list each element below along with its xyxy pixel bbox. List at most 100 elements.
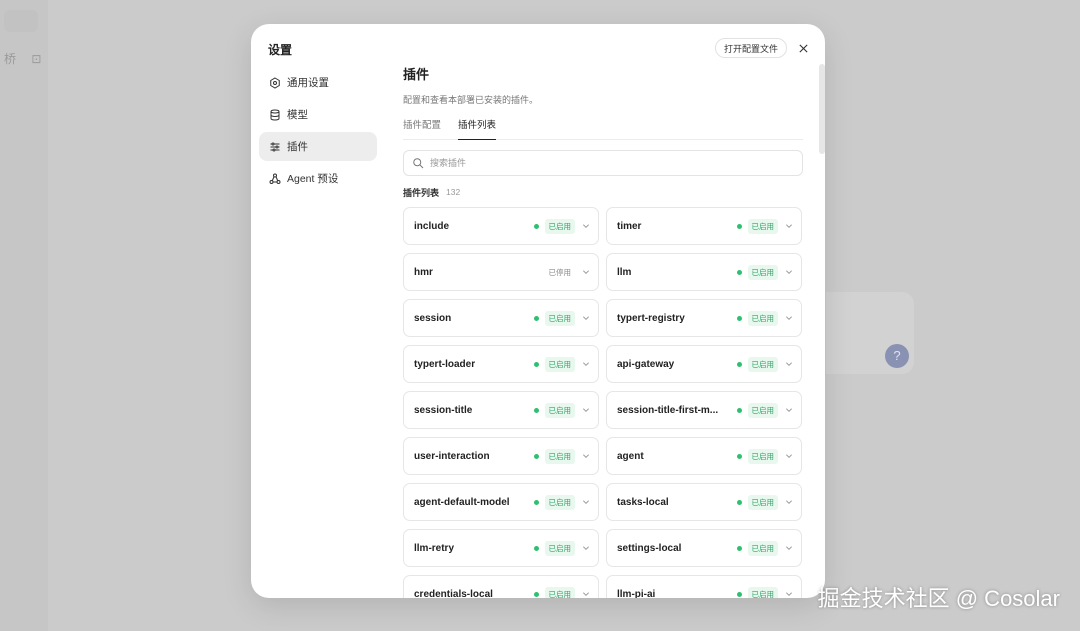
status-badge: 已启用 (747, 494, 778, 510)
chevron-down-icon[interactable] (580, 266, 592, 278)
status-badge: 已启用 (747, 448, 778, 464)
gear-icon (268, 76, 281, 89)
chevron-down-icon[interactable] (580, 404, 592, 416)
status-badge: 已启用 (544, 218, 575, 234)
chevron-down-icon[interactable] (580, 542, 592, 554)
plugins-panel: 插件 配置和查看本部署已安装的插件。 插件配置 插件列表 插件列表 132 in… (403, 64, 803, 598)
status-dot (533, 499, 539, 505)
plugin-card[interactable]: hmr 已停用 (403, 253, 599, 291)
status-dot (736, 453, 742, 459)
plugin-name: llm (617, 266, 632, 278)
plugin-card[interactable]: agent-default-model 已启用 (403, 483, 599, 521)
status-badge: 已启用 (544, 586, 575, 598)
status-dot (533, 545, 539, 551)
chevron-down-icon[interactable] (580, 220, 592, 232)
status-dot (736, 269, 742, 275)
page-title: 插件 (403, 67, 430, 82)
close-icon (798, 43, 808, 53)
plugin-card[interactable]: session-title-first-m... 已启用 (606, 391, 802, 429)
plugin-name: tasks-local (617, 496, 669, 508)
plugin-card[interactable]: timer 已启用 (606, 207, 802, 245)
status-dot (533, 453, 539, 459)
scrollbar[interactable] (819, 64, 825, 154)
status-dot (533, 361, 539, 367)
status-badge: 已启用 (544, 310, 575, 326)
plugin-name: api-gateway (617, 358, 675, 370)
chevron-down-icon[interactable] (783, 496, 795, 508)
plugin-name: hmr (414, 266, 433, 278)
plugin-name: credentials-local (414, 588, 493, 599)
chevron-down-icon[interactable] (580, 588, 592, 598)
modal-title: 设置 (268, 43, 293, 57)
plugin-card[interactable]: tasks-local 已启用 (606, 483, 802, 521)
plugin-card[interactable]: llm 已启用 (606, 253, 802, 291)
plugin-card[interactable]: user-interaction 已启用 (403, 437, 599, 475)
status-dot (736, 407, 742, 413)
nav-item-label: 模型 (287, 109, 308, 121)
plugin-tabs: 插件配置 插件列表 (403, 119, 803, 140)
list-header: 插件列表 132 (403, 185, 803, 199)
plugin-name: session-title-first-m... (617, 404, 719, 416)
list-label: 插件列表 (403, 187, 440, 198)
status-badge: 已启用 (747, 586, 778, 598)
plugin-card[interactable]: typert-registry 已启用 (606, 299, 802, 337)
status-dot (736, 499, 742, 505)
plugin-card[interactable]: session 已启用 (403, 299, 599, 337)
plugin-grid: include 已启用 timer 已启用 hmr 已停用 llm 已启用 session 已启用… (403, 207, 803, 598)
chevron-down-icon[interactable] (580, 312, 592, 324)
plugin-name: timer (617, 220, 642, 232)
plugin-card[interactable]: typert-loader 已启用 (403, 345, 599, 383)
nav-item-plugins[interactable]: 插件 (259, 132, 377, 161)
plugin-card[interactable]: agent 已启用 (606, 437, 802, 475)
database-icon (268, 108, 281, 121)
list-count: 132 (446, 187, 461, 197)
status-dot (736, 315, 742, 321)
status-dot (736, 361, 742, 367)
nav-item-model[interactable]: 模型 (259, 100, 377, 129)
plugin-card[interactable]: settings-local 已启用 (606, 529, 802, 567)
chevron-down-icon[interactable] (783, 404, 795, 416)
watermark: 掘金技术社区 @ Cosolar (817, 586, 1060, 611)
modal-actions: 打开配置文件 (714, 38, 811, 58)
sliders-icon (268, 140, 281, 153)
search-input[interactable] (430, 158, 770, 168)
status-badge: 已启用 (747, 310, 778, 326)
status-badge: 已启用 (544, 494, 575, 510)
status-badge: 已停用 (548, 267, 572, 277)
plugin-name: include (414, 220, 450, 232)
open-config-button[interactable]: 打开配置文件 (714, 38, 787, 58)
tab-plugin-list[interactable]: 插件列表 (458, 119, 497, 140)
chevron-down-icon[interactable] (580, 450, 592, 462)
plugin-name: typert-loader (414, 358, 476, 370)
nav-item-general[interactable]: 通用设置 (259, 68, 377, 97)
settings-nav: 通用设置 模型 插件 Agent 预设 (259, 68, 377, 196)
plugin-card[interactable]: llm-pi-ai 已启用 (606, 575, 802, 598)
chevron-down-icon[interactable] (580, 496, 592, 508)
chevron-down-icon[interactable] (783, 450, 795, 462)
status-dot (533, 591, 539, 597)
plugin-card[interactable]: include 已启用 (403, 207, 599, 245)
agent-icon (268, 172, 281, 185)
status-dot (533, 407, 539, 413)
status-badge: 已启用 (544, 402, 575, 418)
background-sidebar-icons: 桥 ⊡ (4, 52, 48, 66)
chevron-down-icon[interactable] (783, 312, 795, 324)
background-button (4, 10, 38, 32)
nav-item-agent-presets[interactable]: Agent 预设 (259, 164, 377, 193)
status-dot (736, 591, 742, 597)
plugin-card[interactable]: llm-retry 已启用 (403, 529, 599, 567)
chevron-down-icon[interactable] (783, 542, 795, 554)
chevron-down-icon[interactable] (783, 358, 795, 370)
chevron-down-icon[interactable] (783, 220, 795, 232)
help-icon: ? (885, 344, 909, 368)
chevron-down-icon[interactable] (783, 266, 795, 278)
plugin-name: agent-default-model (414, 496, 510, 508)
plugin-card[interactable]: api-gateway 已启用 (606, 345, 802, 383)
chevron-down-icon[interactable] (783, 588, 795, 598)
plugin-card[interactable]: credentials-local 已启用 (403, 575, 599, 598)
chevron-down-icon[interactable] (580, 358, 592, 370)
plugin-card[interactable]: session-title 已启用 (403, 391, 599, 429)
tab-plugin-config[interactable]: 插件配置 (403, 119, 441, 140)
plugin-name: agent (617, 450, 644, 462)
close-button[interactable] (795, 40, 811, 56)
